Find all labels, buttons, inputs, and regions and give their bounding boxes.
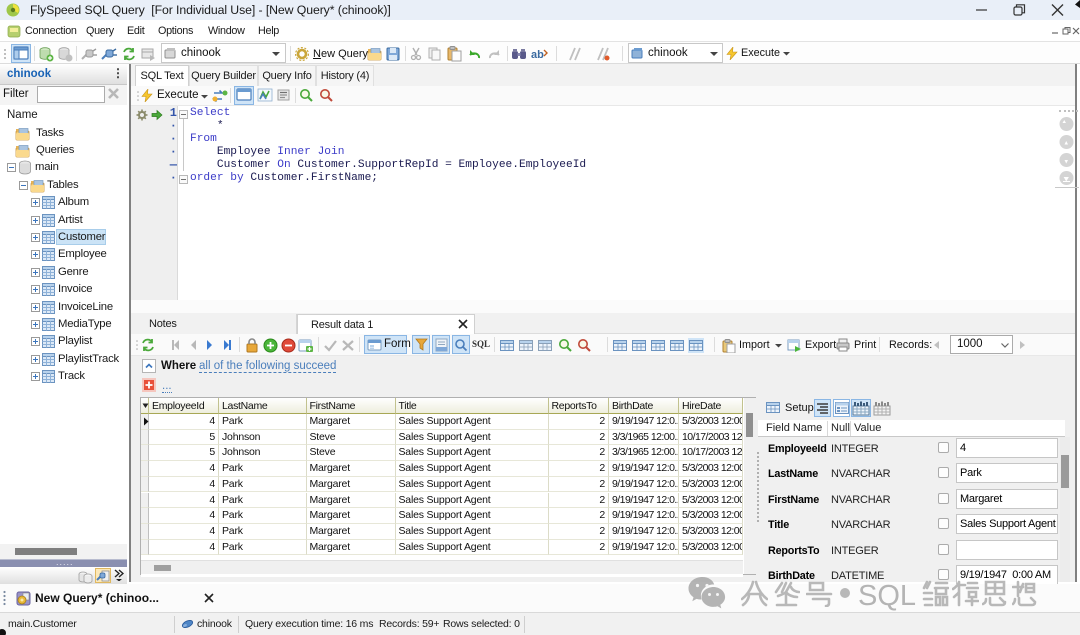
svg-text:ab: ab	[531, 49, 544, 61]
